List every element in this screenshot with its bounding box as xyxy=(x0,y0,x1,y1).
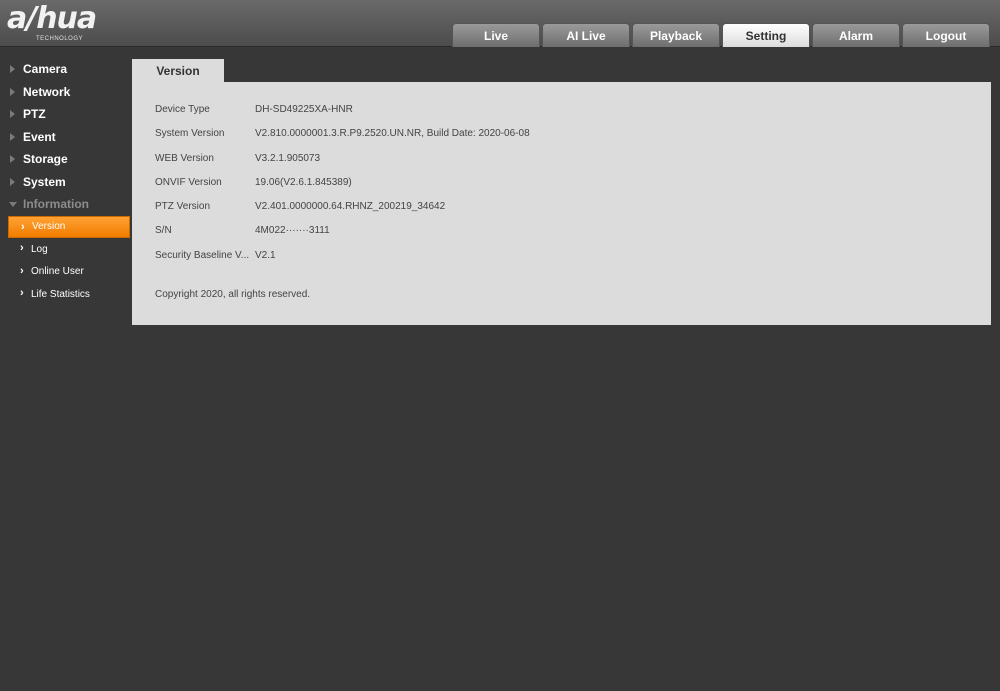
info-row-security-baseline: Security Baseline V... V2.1 xyxy=(155,248,276,262)
triangle-right-icon xyxy=(10,87,15,96)
triangle-right-icon xyxy=(10,65,15,73)
info-value: 19.06(V2.6.1.845389) xyxy=(255,176,352,188)
triangle-down-icon xyxy=(9,202,17,207)
sidebar-item-label: Network xyxy=(23,84,71,99)
info-row-ptz-version: PTZ Version V2.401.0000000.64.RHNZ_20021… xyxy=(155,199,445,213)
sidebar-item-information[interactable]: Information xyxy=(0,193,132,216)
triangle-right-icon xyxy=(10,155,15,163)
info-label: S/N xyxy=(155,224,172,236)
sidebar-item-network[interactable]: Network xyxy=(0,81,132,104)
top-nav: Live AI Live Playback Setting Alarm Logo… xyxy=(452,23,992,47)
chevron-right-icon: › xyxy=(20,287,24,299)
info-value: V2.401.0000000.64.RHNZ_200219_34642 xyxy=(255,200,446,212)
version-panel: Device Type DH-SD49225XA-HNR System Vers… xyxy=(132,82,991,325)
tab-setting[interactable]: Setting xyxy=(722,23,810,47)
info-value: DH-SD49225XA-HNR xyxy=(255,103,353,115)
sidebar-item-label: Camera xyxy=(23,62,68,77)
header-bar: a/hua TECHNOLOGY Live AI Live Playback S… xyxy=(0,0,1000,47)
sidebar-subitem-label: Version xyxy=(32,221,66,233)
content-tab-version[interactable]: Version xyxy=(132,59,224,82)
info-label: PTZ Version xyxy=(155,200,211,212)
info-value: V2.810.0000001.3.R.P9.2520.UN.NR, Build … xyxy=(255,127,530,139)
info-row-onvif-version: ONVIF Version 19.06(V2.6.1.845389) xyxy=(155,175,352,189)
sidebar-item-ptz[interactable]: PTZ xyxy=(0,103,132,126)
info-row-system-version: System Version V2.810.0000001.3.R.P9.252… xyxy=(155,126,530,140)
sidebar-item-label: System xyxy=(23,174,66,189)
logo-tagline: TECHNOLOGY xyxy=(36,36,84,42)
sidebar-item-event[interactable]: Event xyxy=(0,126,132,149)
info-label: Security Baseline V... xyxy=(155,249,250,261)
app-window: a/hua TECHNOLOGY Live AI Live Playback S… xyxy=(0,0,1000,691)
sidebar-item-system[interactable]: System xyxy=(0,171,132,194)
info-row-device-type: Device Type DH-SD49225XA-HNR xyxy=(155,102,353,116)
sidebar-subitem-online-user[interactable]: › Online User xyxy=(8,261,130,284)
triangle-right-icon xyxy=(10,177,15,186)
chevron-right-icon: › xyxy=(21,220,25,233)
info-row-serial-number: S/N 4M022·······3111 xyxy=(155,223,330,237)
info-row-web-version: WEB Version V3.2.1.905073 xyxy=(155,151,320,165)
sidebar-subitem-version[interactable]: › Version xyxy=(8,215,130,238)
info-value: 4M022·······3111 xyxy=(255,224,330,236)
info-label: ONVIF Version xyxy=(155,176,222,188)
tab-ai-live[interactable]: AI Live xyxy=(542,23,630,47)
sidebar-subitem-label: Log xyxy=(31,243,48,255)
triangle-right-icon xyxy=(10,110,15,118)
sidebar-subitem-label: Life Statistics xyxy=(31,288,90,300)
chevron-right-icon: › xyxy=(20,242,24,254)
sidebar-item-camera[interactable]: Camera xyxy=(0,58,132,81)
sidebar-item-label: Event xyxy=(23,129,56,144)
tab-playback[interactable]: Playback xyxy=(632,23,720,47)
triangle-right-icon xyxy=(10,132,15,141)
info-label: Device Type xyxy=(155,103,210,115)
dahua-logo: a/hua TECHNOLOGY xyxy=(7,1,122,44)
tab-logout[interactable]: Logout xyxy=(902,23,990,47)
sidebar-subitem-label: Online User xyxy=(31,266,84,278)
sidebar-subitem-log[interactable]: › Log xyxy=(8,238,130,261)
info-label: WEB Version xyxy=(155,152,214,164)
info-value: V2.1 xyxy=(255,249,276,261)
tab-live[interactable]: Live xyxy=(452,23,540,47)
logo-wordmark: a/hua xyxy=(7,1,97,36)
sidebar-item-label: Storage xyxy=(23,152,68,167)
sidebar-item-storage[interactable]: Storage xyxy=(0,148,132,171)
info-value: V3.2.1.905073 xyxy=(255,152,321,164)
sidebar-subitem-life-statistics[interactable]: › Life Statistics xyxy=(8,283,130,306)
sidebar: Camera Network PTZ Event Storage System … xyxy=(0,58,132,306)
tab-alarm[interactable]: Alarm xyxy=(812,23,900,47)
sidebar-item-label: Information xyxy=(23,197,89,212)
info-label: System Version xyxy=(155,127,225,139)
chevron-right-icon: › xyxy=(20,264,24,277)
copyright-text: Copyright 2020, all rights reserved. xyxy=(155,289,311,300)
sidebar-item-label: PTZ xyxy=(23,107,46,122)
